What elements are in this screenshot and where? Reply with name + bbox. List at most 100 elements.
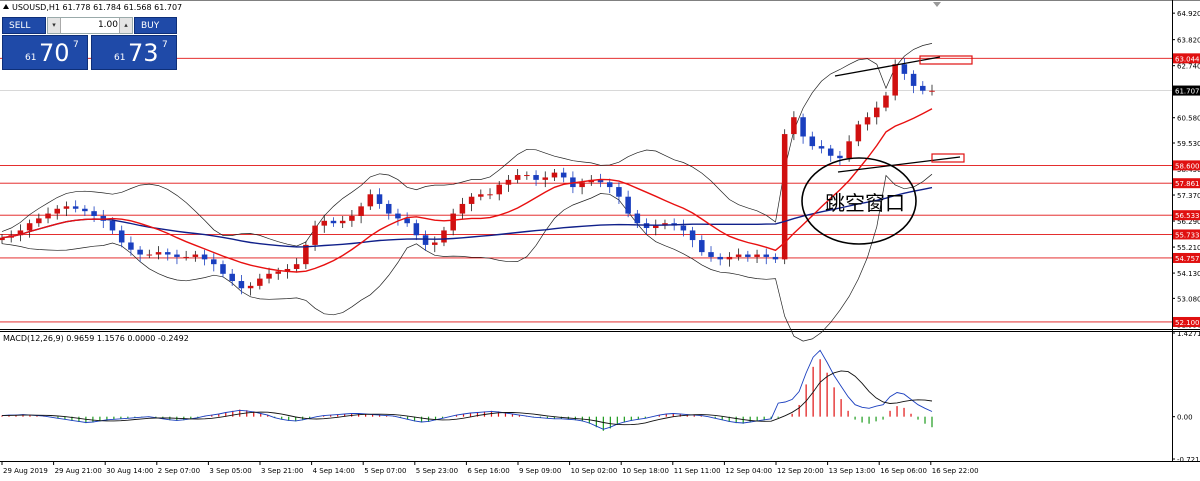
time-label: 5 Sep 23:00 [416, 467, 458, 475]
candle-body [892, 64, 898, 96]
candle-body [855, 124, 862, 142]
macd-indicator-label: MACD(12,26,9) 0.9659 1.1576 0.0000 -0.24… [3, 334, 189, 343]
candle-body [45, 213, 51, 219]
time-label: 9 Sep 09:00 [519, 467, 561, 475]
sell-price-quote[interactable]: 61 70 7 [2, 35, 88, 70]
candle-body [220, 264, 226, 274]
price-tick-label: 53.080 [1177, 295, 1200, 303]
current-price-label: 61.707 [1175, 88, 1200, 96]
candle-body [174, 254, 180, 257]
candle-body [312, 225, 318, 245]
candle-body [349, 215, 355, 221]
candle-body [772, 256, 779, 260]
candle-body [708, 252, 714, 257]
price-tick-label: 62.740 [1177, 63, 1200, 71]
time-axis: 29 Aug 2019 29 Aug 21:00 30 Aug 14:00 2 Sep… [1, 461, 979, 475]
candle-body [864, 117, 871, 125]
candle-body [422, 235, 429, 245]
candle-body [137, 249, 143, 255]
time-label: 29 Aug 21:00 [55, 467, 102, 475]
trading-chart-window: 跳空窗口 64.92063.82062.74061.64060.58059.53… [0, 0, 1200, 481]
candle-body [616, 187, 622, 197]
trend-drawings[interactable]: 跳空窗口 [801, 55, 973, 245]
candle-body [606, 182, 613, 188]
candle-body [275, 271, 281, 274]
price-chart[interactable]: 跳空窗口 64.92063.82062.74061.64060.58059.53… [0, 0, 1200, 481]
time-label: 4 Sep 14:00 [313, 467, 355, 475]
level-label: 55.733 [1175, 231, 1200, 239]
buy-button[interactable]: BUY [134, 17, 177, 34]
candle-body [192, 254, 199, 257]
horizontal-levels [0, 57, 1172, 323]
candle-body [339, 220, 346, 224]
macd-tick-label: -0.7219 [1177, 456, 1200, 464]
increase-arrow-icon[interactable]: ▴ [119, 18, 132, 33]
time-label: 5 Sep 07:00 [364, 467, 406, 475]
level-label: 56.533 [1175, 212, 1200, 220]
candle-body [745, 254, 751, 257]
upper-trend-line [834, 56, 941, 77]
lot-size-stepper[interactable]: ▾ 1.00 ▴ [47, 17, 133, 34]
candle-body [229, 273, 235, 282]
candle-body [82, 208, 88, 212]
candle-body [441, 230, 447, 243]
time-label: 29 Aug 2019 [3, 467, 48, 475]
candle-body [754, 254, 760, 257]
price-tick-label: 60.580 [1177, 115, 1200, 123]
time-label: 10 Sep 18:00 [622, 467, 669, 475]
candle-body [72, 206, 79, 209]
triangle-icon [3, 4, 9, 9]
candle-body [699, 240, 705, 253]
candle-body [763, 254, 770, 257]
level-label: 58.600 [1175, 162, 1200, 170]
candle-body [367, 194, 374, 207]
candle-body [735, 254, 742, 257]
buy-price-quote[interactable]: 61 73 7 [91, 35, 177, 70]
candle-body [164, 252, 171, 255]
one-click-trading-panel: SELL ▾ 1.00 ▴ BUY 61 70 7 61 73 7 [2, 17, 177, 71]
candle-body [873, 107, 880, 118]
candle-body [653, 225, 659, 229]
candle-body [514, 175, 521, 180]
candle-body [376, 194, 383, 204]
candle-body [496, 184, 502, 195]
candle-body [883, 95, 889, 108]
candle-body [211, 259, 217, 265]
price-tick-label: 55.210 [1177, 244, 1200, 252]
time-label: 3 Sep 21:00 [261, 467, 303, 475]
buy-quote-main: 73 [128, 39, 159, 67]
candle-body [303, 244, 309, 265]
candle-body [247, 285, 254, 289]
candle-body [542, 177, 549, 180]
candle-body [118, 230, 125, 243]
candle-body [293, 264, 300, 269]
candle-body [809, 136, 816, 147]
time-label: 16 Sep 22:00 [932, 467, 979, 475]
price-tick-label: 57.370 [1177, 192, 1200, 200]
candles [0, 58, 935, 296]
candle-body [818, 146, 825, 149]
candle-body [901, 64, 908, 74]
time-label: 13 Sep 13:00 [829, 467, 876, 475]
candle-body [634, 213, 641, 224]
target-box-upper [919, 55, 973, 65]
level-label: 63.044 [1175, 55, 1200, 63]
time-label: 6 Sep 16:00 [467, 467, 509, 475]
chart-shift-icon[interactable] [933, 2, 941, 7]
candle-body [404, 218, 410, 224]
buy-quote-pip: 7 [162, 40, 168, 50]
time-label: 11 Sep 11:00 [674, 467, 721, 475]
candle-body [680, 225, 687, 231]
lot-size-input[interactable]: 1.00 [62, 20, 118, 30]
sell-quote-main: 70 [39, 39, 70, 67]
candle-body [689, 230, 696, 241]
level-label: 57.861 [1175, 180, 1200, 188]
decrease-arrow-icon[interactable]: ▾ [48, 18, 61, 33]
level-label: 54.757 [1175, 255, 1200, 263]
macd-tick-label: 1.4271 [1177, 330, 1200, 338]
time-label: 16 Sep 06:00 [880, 467, 927, 475]
sell-button[interactable]: SELL [2, 17, 46, 34]
candle-body [128, 242, 134, 250]
candle-body [201, 254, 208, 260]
candle-body [837, 155, 843, 159]
